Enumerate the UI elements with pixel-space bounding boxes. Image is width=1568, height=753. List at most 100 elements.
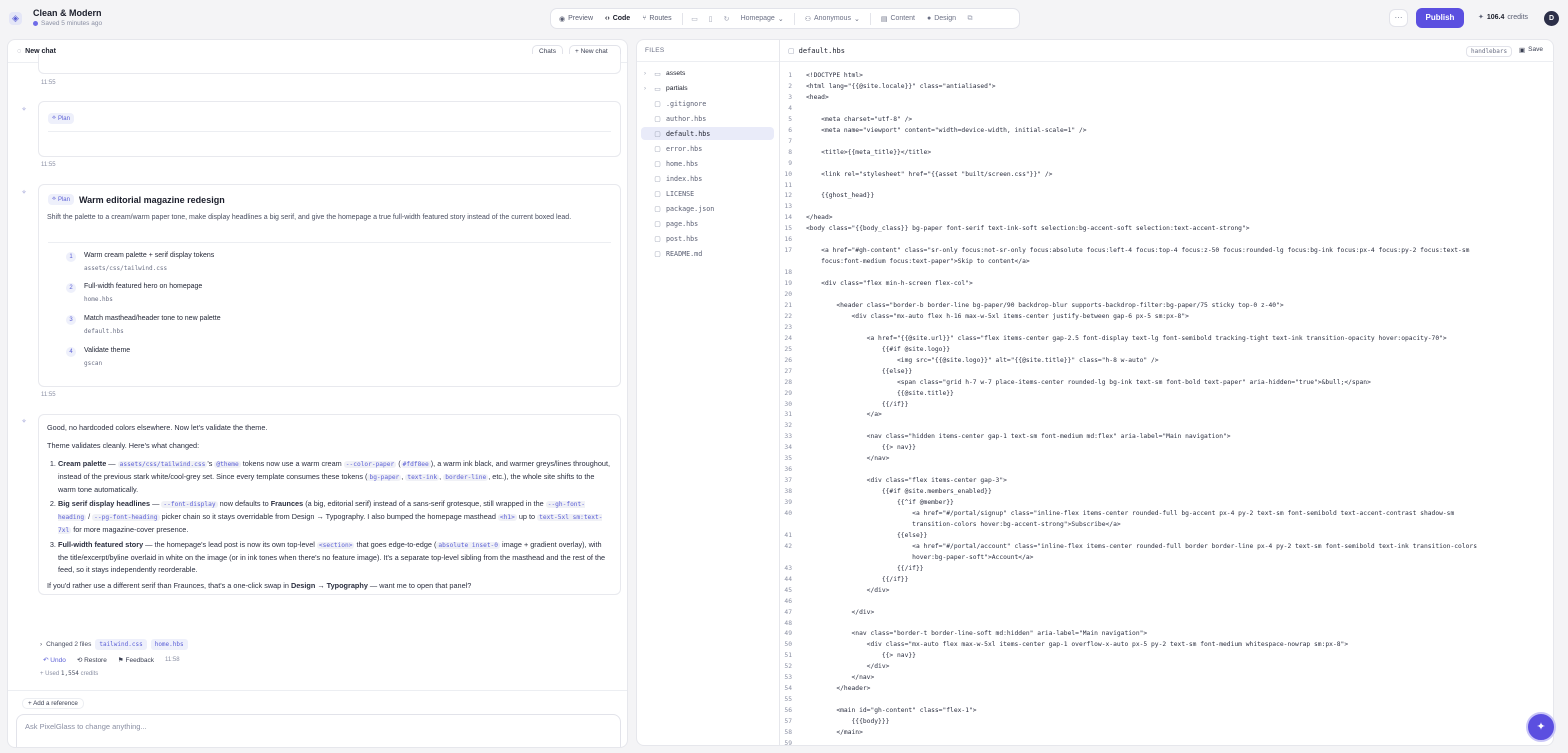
code-text: {{#if @site.members_enabled}} <box>806 488 992 496</box>
message-actions: ↶ Undo ⟲ Restore ⚑ Feedback 11:58 <box>43 656 180 664</box>
app-logo-icon[interactable]: ◈ <box>9 12 22 25</box>
assistant-icon: ✧ <box>21 190 27 196</box>
code-text: {{/if}} <box>806 400 909 408</box>
refresh-icon[interactable]: ↻ <box>720 15 734 23</box>
file-item[interactable]: ▢ default.hbs <box>641 127 774 140</box>
line-number: 52 <box>784 663 792 671</box>
file-item[interactable]: ▢ README.md <box>641 247 774 260</box>
code-text: {{/if}} <box>806 564 924 572</box>
file-name: default.hbs <box>666 129 711 138</box>
code-text: <body class="{{body_class}} bg-paper fon… <box>806 225 1250 233</box>
code-text: <div class="flex min-h-screen flex-col"> <box>806 280 973 288</box>
editor-tab[interactable]: ▢ default.hbs <box>788 47 845 55</box>
changed-files-row: › Changed 2 files tailwind.css home.hbs <box>40 639 188 650</box>
tab-preview[interactable]: ◉ Preview <box>554 11 598 26</box>
line-number: 43 <box>784 564 792 572</box>
document-icon: ▤ <box>880 15 888 23</box>
line-number: 20 <box>784 291 792 298</box>
line-number: 23 <box>784 323 792 331</box>
language-badge: handlebars <box>1466 46 1513 57</box>
restore-button[interactable]: ⟲ Restore <box>77 656 107 664</box>
publish-button[interactable]: Publish <box>1416 8 1464 28</box>
save-button[interactable]: ▣ Save <box>1519 46 1543 54</box>
folder-item[interactable]: › ▭ partials <box>641 82 774 95</box>
mobile-icon[interactable]: ▯ <box>704 15 718 23</box>
assistant-message: Good, no hardcoded colors elsewhere. Now… <box>38 414 621 595</box>
file-item[interactable]: ▢ package.json <box>641 202 774 215</box>
line-number: 37 <box>784 477 792 485</box>
line-number: 39 <box>784 499 792 507</box>
file-item[interactable]: ▢ page.hbs <box>641 217 774 230</box>
external-link-icon[interactable]: ⧉ <box>963 15 977 23</box>
folder-item[interactable]: › ▭ assets <box>641 67 774 80</box>
chat-input[interactable] <box>25 722 585 731</box>
code-text: {{{body}}} <box>806 718 890 726</box>
line-number: 27 <box>784 367 792 375</box>
line-number: 25 <box>784 345 792 353</box>
used-credits: + Used 1,554 credits <box>40 670 99 677</box>
file-item[interactable]: ▢ author.hbs <box>641 112 774 125</box>
desktop-icon[interactable]: ▭ <box>688 15 702 23</box>
code-text: </head> <box>806 214 833 222</box>
file-item[interactable]: ▢ post.hbs <box>641 232 774 245</box>
line-number: 32 <box>784 422 792 430</box>
file-icon: ▢ <box>654 250 661 258</box>
chevron-right-icon[interactable]: › <box>40 641 42 648</box>
line-number: 57 <box>784 718 792 726</box>
chat-bubble-icon: ◌ <box>17 47 22 55</box>
avatar[interactable]: D <box>1544 11 1559 26</box>
file-name: error.hbs <box>666 144 703 153</box>
line-number: 59 <box>784 739 792 745</box>
more-options-icon[interactable]: ··· <box>1389 9 1408 27</box>
chat-panel: ◌ New chat Chats + New chat 11:55 ✧ ⟡ Pla… <box>7 39 628 748</box>
feedback-button[interactable]: ⚑ Feedback <box>118 656 154 664</box>
tab-code[interactable]: ‹› Code <box>600 11 635 26</box>
assistant-fab-icon[interactable]: ✦ <box>1526 712 1556 742</box>
code-text: <div class="mx-auto flex h-16 max-w-5xl … <box>806 312 1189 320</box>
line-number: 24 <box>784 334 792 342</box>
project-title[interactable]: Clean & Modern <box>33 8 102 18</box>
file-item[interactable]: ▢ error.hbs <box>641 142 774 155</box>
code-text: {{ghost_head}} <box>806 192 875 200</box>
file-item[interactable]: ▢ index.hbs <box>641 172 774 185</box>
line-number: 17 <box>784 247 792 255</box>
code-text: </a> <box>806 411 882 419</box>
line-number: 9 <box>788 159 792 167</box>
line-number: 21 <box>784 301 792 309</box>
file-item[interactable]: ▢ home.hbs <box>641 157 774 170</box>
routes-icon: ⑂ <box>642 15 647 22</box>
undo-button[interactable]: ↶ Undo <box>43 656 66 664</box>
code-area[interactable]: 1 <!DOCTYPE html> 2 <html lang="{{@site.loc… <box>780 69 1554 745</box>
code-text: {{^if @member}} <box>806 499 954 507</box>
page-select[interactable]: Homepage ⌄ <box>736 15 789 23</box>
code-text: </nav> <box>806 674 875 682</box>
content-button[interactable]: ▤ Content <box>876 15 920 23</box>
line-number: 51 <box>784 652 792 660</box>
changed-file-chip[interactable]: tailwind.css <box>95 639 147 650</box>
design-button[interactable]: ● Design <box>922 15 961 22</box>
line-number: 50 <box>784 641 792 649</box>
plan-badge: ⟡ Plan <box>48 113 74 124</box>
file-icon: ▢ <box>654 205 661 213</box>
tab-routes[interactable]: ⑂ Routes <box>637 11 676 26</box>
plan-card-collapsed: ⟡ Plan <box>38 101 621 157</box>
plan-title: Warm editorial magazine redesign <box>78 194 225 205</box>
file-item[interactable]: ▢ LICENSE <box>641 187 774 200</box>
code-text: <!DOCTYPE html> <box>806 72 863 79</box>
line-number: 22 <box>784 312 792 320</box>
code-editor: ▢ default.hbs handlebars ▣ Save 1 <!DOCTYPE… <box>779 39 1554 746</box>
file-icon: ▢ <box>654 130 661 138</box>
plan-step: 3 Match masthead/header tone to new pale… <box>66 315 221 335</box>
code-text: <title>{{meta_title}}</title> <box>806 148 932 156</box>
save-status: Saved 5 minutes ago <box>33 20 102 27</box>
role-select[interactable]: ⚇ Anonymous ⌄ <box>800 15 865 23</box>
line-number: 58 <box>784 729 792 736</box>
credits-indicator[interactable]: ✦ 106.4 credits <box>1478 13 1528 22</box>
line-number: 44 <box>784 575 792 583</box>
code-text: <link rel="stylesheet" href="{{asset "bu… <box>806 170 1053 178</box>
line-number: 42 <box>784 542 792 550</box>
changed-file-chip[interactable]: home.hbs <box>150 639 188 650</box>
file-item[interactable]: ▢ .gitignore <box>641 97 774 110</box>
code-text: <div class="mx-auto flex max-w-5xl items… <box>806 641 1349 649</box>
add-reference-button[interactable]: + Add a reference <box>22 698 84 709</box>
